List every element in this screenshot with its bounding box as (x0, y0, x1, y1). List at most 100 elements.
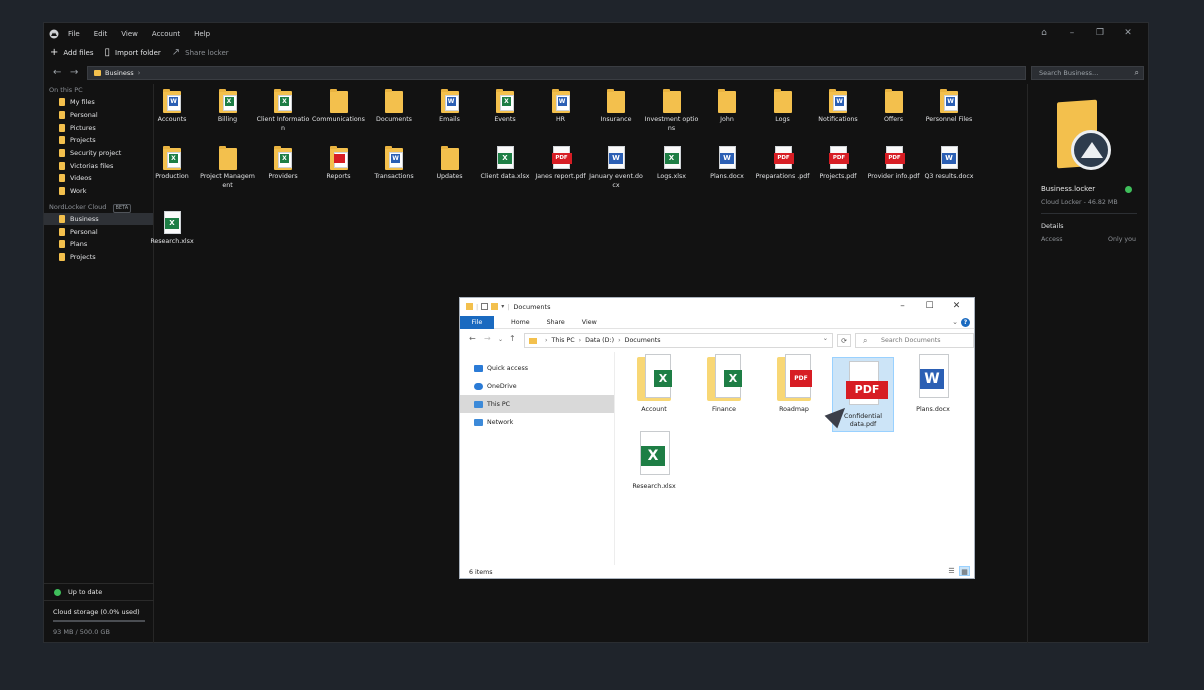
share-locker-button[interactable]: ↗ Share locker (172, 48, 229, 58)
file-item-documents[interactable]: Documents (366, 89, 422, 125)
sidebar-item-pc-pictures[interactable]: Pictures (44, 121, 153, 134)
file-item-john[interactable]: John (699, 89, 755, 125)
explorer-item-plans-docx[interactable]: W Plans.docx (902, 354, 964, 414)
nav-item-this-pc[interactable]: This PC (460, 395, 614, 413)
forward-arrow-icon[interactable]: → (70, 66, 78, 80)
file-item-provider-info-pdf[interactable]: PDF Provider info.pdf (866, 146, 922, 182)
file-item-q3-results-docx[interactable]: W Q3 results.docx (921, 146, 977, 182)
nav-item-quick-access[interactable]: Quick access (460, 359, 614, 377)
sidebar-item-pc-projects[interactable]: Projects (44, 134, 153, 147)
details-view-icon[interactable]: ☰ (946, 566, 957, 576)
file-item-events[interactable]: X Events (477, 89, 533, 125)
file-item-billing[interactable]: X Billing (200, 89, 256, 125)
lock-icon[interactable]: ⌂ (1030, 27, 1058, 39)
sidebar-item-pc-security-project[interactable]: Security project (44, 147, 153, 160)
file-item-preparations-pdf[interactable]: PDF Preparations .pdf (755, 146, 811, 182)
close-icon[interactable]: ✕ (1114, 27, 1142, 39)
sidebar-item-pc-personal[interactable]: Personal (44, 109, 153, 122)
star-icon (474, 364, 483, 372)
file-item-accounts[interactable]: W Accounts (144, 89, 200, 125)
new-folder-icon[interactable] (491, 303, 499, 310)
word-badge-icon: W (920, 369, 944, 389)
add-files-button[interactable]: + Add files (50, 48, 93, 58)
file-item-reports[interactable]: Reports (311, 146, 367, 182)
explorer-item-roadmap[interactable]: PDF Roadmap (763, 354, 825, 414)
folder-icon: X (634, 354, 674, 404)
file-name: Project Management (200, 173, 255, 189)
file-item-hr[interactable]: W HR (533, 89, 589, 125)
menu-help[interactable]: Help (194, 30, 210, 38)
file-item-communications[interactable]: Communications (311, 89, 367, 125)
explorer-search-input[interactable]: ⌕ Search Documents (855, 333, 974, 348)
path-documents[interactable]: Documents (625, 337, 661, 344)
explorer-item-research-xlsx[interactable]: X Research.xlsx (623, 431, 685, 491)
file-item-project-management[interactable]: Project Management (200, 146, 256, 190)
menu-account[interactable]: Account (152, 30, 180, 38)
chevron-down-icon[interactable]: ⌄ (952, 318, 958, 326)
view-switcher: ☰ ▦ (944, 566, 970, 576)
quick-access-dropdown-icon[interactable]: ▾ (501, 303, 504, 310)
import-folder-button[interactable]: ▯ Import folder (104, 48, 160, 58)
close-icon[interactable]: ✕ (943, 300, 970, 312)
sidebar-item-pc-work[interactable]: Work (44, 185, 153, 198)
file-item-client-information[interactable]: X Client Information (255, 89, 311, 133)
file-item-january-event-docx[interactable]: W January event.docx (588, 146, 644, 190)
help-icon[interactable]: ? (961, 318, 970, 327)
tab-share[interactable]: Share (547, 319, 565, 326)
nav-item-network[interactable]: Network (460, 413, 614, 431)
file-item-logs-xlsx[interactable]: X Logs.xlsx (644, 146, 700, 182)
menu-file[interactable]: File (68, 30, 80, 38)
recent-dropdown-icon[interactable]: ⌄ (498, 336, 503, 343)
path-drive[interactable]: Data (D:) (585, 337, 614, 344)
menu-edit[interactable]: Edit (94, 30, 108, 38)
file-item-logs[interactable]: Logs (755, 89, 811, 125)
large-icons-view-icon[interactable]: ▦ (959, 566, 970, 576)
sidebar-item-cloud-projects[interactable]: Projects (44, 251, 153, 264)
file-item-transactions[interactable]: W Transactions (366, 146, 422, 182)
file-item-research-xlsx[interactable]: X Research.xlsx (144, 211, 200, 247)
forward-arrow-icon[interactable]: → (484, 334, 491, 343)
file-item-personnel-files[interactable]: W Personnel Files (921, 89, 977, 125)
folder-icon: W (439, 89, 461, 113)
sidebar-item-pc-my-files[interactable]: My files (44, 96, 153, 109)
explorer-item-finance[interactable]: X Finance (693, 354, 755, 414)
breadcrumb[interactable]: Business › (87, 66, 1026, 80)
file-item-insurance[interactable]: Insurance (588, 89, 644, 125)
file-item-providers[interactable]: X Providers (255, 146, 311, 182)
chevron-right-icon: › (137, 69, 141, 77)
file-item-janes-report-pdf[interactable]: PDF Janes report.pdf (533, 146, 589, 182)
tab-view[interactable]: View (582, 319, 597, 326)
sidebar-item-pc-victorias-files[interactable]: Victorias files (44, 159, 153, 172)
chevron-down-icon[interactable]: ⌄ (823, 335, 828, 342)
file-item-updates[interactable]: Updates (422, 146, 478, 182)
file-item-plans-docx[interactable]: W Plans.docx (699, 146, 755, 182)
properties-icon[interactable] (481, 303, 489, 310)
minimize-icon[interactable]: – (889, 300, 916, 312)
path-this-pc[interactable]: This PC (552, 337, 575, 344)
nav-item-onedrive[interactable]: OneDrive (460, 377, 614, 395)
tab-home[interactable]: Home (511, 319, 530, 326)
sidebar-item-pc-videos[interactable]: Videos (44, 172, 153, 185)
file-item-notifications[interactable]: W Notifications (810, 89, 866, 125)
back-arrow-icon[interactable]: ← (53, 66, 61, 80)
tab-file[interactable]: File (460, 315, 494, 329)
explorer-item-account[interactable]: X Account (623, 354, 685, 414)
refresh-icon[interactable]: ⟳ (837, 334, 851, 347)
file-item-investment-options[interactable]: Investment options (644, 89, 700, 133)
search-input[interactable]: Search Business... ⌕ (1031, 66, 1144, 80)
file-item-emails[interactable]: W Emails (422, 89, 478, 125)
menu-view[interactable]: View (121, 30, 138, 38)
sidebar-item-cloud-plans[interactable]: Plans (44, 238, 153, 251)
maximize-icon[interactable]: ☐ (916, 300, 943, 312)
sidebar-item-cloud-personal[interactable]: Personal (44, 225, 153, 238)
file-item-offers[interactable]: Offers (866, 89, 922, 125)
explorer-address-bar[interactable]: › This PC › Data (D:) › Documents ⌄ (524, 333, 833, 348)
file-item-client-data-xlsx[interactable]: X Client data.xlsx (477, 146, 533, 182)
back-arrow-icon[interactable]: ← (469, 334, 476, 343)
minimize-icon[interactable]: – (1058, 27, 1086, 39)
restore-icon[interactable]: ❐ (1086, 27, 1114, 39)
file-item-production[interactable]: X Production (144, 146, 200, 182)
up-arrow-icon[interactable]: ↑ (509, 334, 516, 343)
file-item-projects-pdf[interactable]: PDF Projects.pdf (810, 146, 866, 182)
sidebar-item-cloud-business[interactable]: Business (44, 212, 153, 226)
